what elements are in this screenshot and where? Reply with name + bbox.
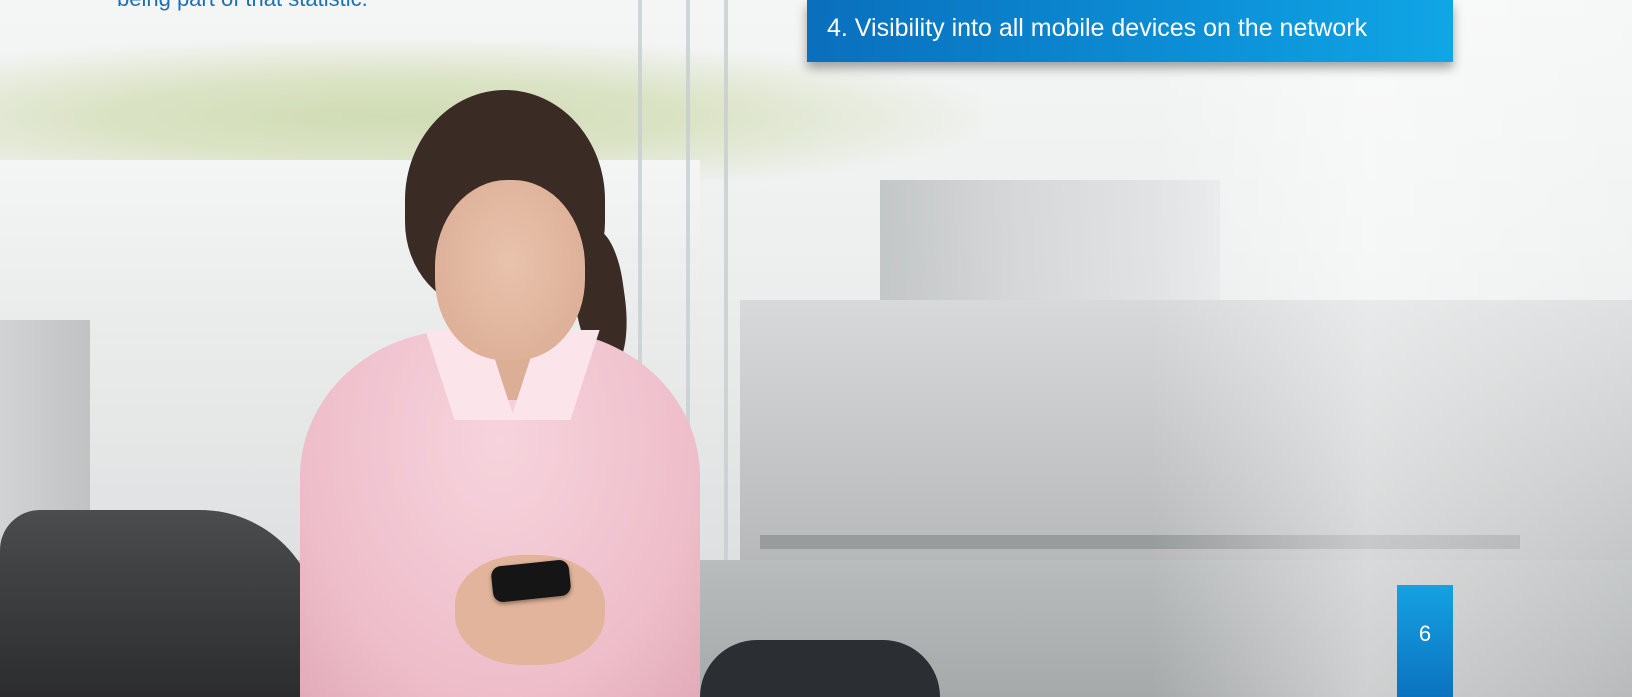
page: being part of that statistic. 4. Visibil…	[0, 0, 1632, 697]
bag	[700, 640, 940, 697]
page-number-badge: 6	[1397, 585, 1453, 697]
callout-box: 4. Visibility into all mobile devices on…	[807, 0, 1453, 62]
body-text: being part of that statistic.	[117, 0, 368, 12]
photo-fade	[1150, 0, 1632, 697]
callout-text: 4. Visibility into all mobile devices on…	[827, 14, 1368, 42]
woman-face	[435, 180, 585, 360]
page-number: 6	[1418, 621, 1432, 646]
sofa	[0, 510, 320, 697]
glass-panel	[724, 0, 728, 560]
